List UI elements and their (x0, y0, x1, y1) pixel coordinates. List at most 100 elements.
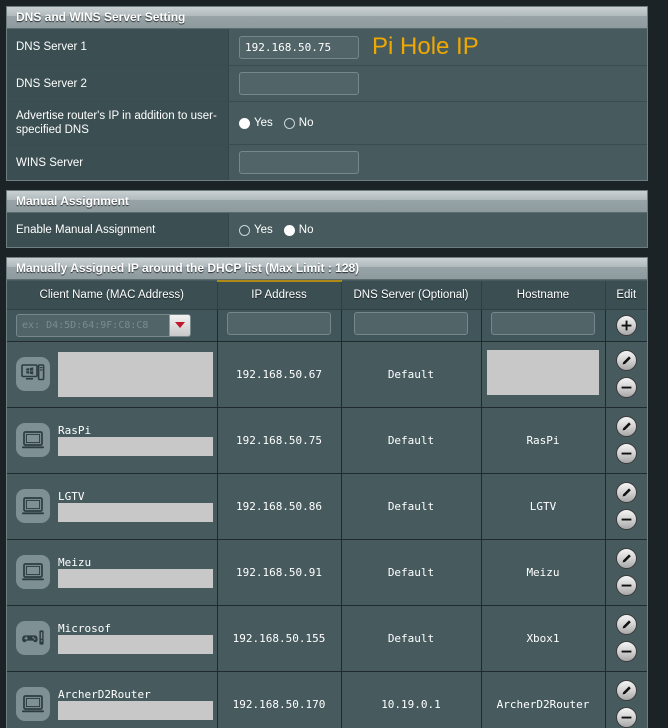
mac-dropdown-button[interactable] (169, 314, 190, 336)
row-2-client-text: LGTV (58, 490, 213, 522)
advertise-router-ip-radio-group: Yes No (239, 117, 313, 129)
enable-manual-no-label: No (298, 224, 314, 236)
dns-server-1-input[interactable]: 192.168.50.75 (239, 35, 359, 59)
column-header-edit: Edit (605, 281, 647, 310)
enable-manual-radio-group: Yes No (239, 224, 313, 236)
row-5-edit-button[interactable] (615, 680, 637, 701)
row-3-hostname: Meizu (481, 539, 606, 606)
dhcp-table-body: ex: D4:5D:64:9F:C8:C8 192.168.50.67 Defa… (7, 309, 647, 728)
advertise-no-radio[interactable] (283, 117, 295, 129)
row-0-client-text (58, 351, 213, 397)
enable-manual-no-option[interactable]: No (283, 224, 314, 236)
dhcp-table-header-row: Client Name (MAC Address) IP Address DNS… (7, 280, 647, 310)
row-4-button-stack (606, 606, 648, 671)
row-2-edit-button[interactable] (615, 482, 637, 503)
new-entry-hostname-input[interactable] (491, 312, 595, 335)
dns-server-2-label: DNS Server 2 (7, 66, 229, 101)
desktop-pc-icon (16, 357, 50, 391)
new-entry-ip-cell (217, 309, 342, 342)
row-1-delete-button[interactable] (615, 443, 637, 464)
row-4-client-text: Microsof (58, 622, 213, 654)
row-4-client-name: Microsof (58, 622, 111, 635)
row-0-mac-redaction (58, 351, 213, 397)
advertise-yes-option[interactable]: Yes (239, 117, 273, 129)
row-5-delete-button[interactable] (615, 707, 637, 728)
row-4-ip: 192.168.50.155 (217, 605, 342, 672)
row-3-client-text: Meizu (58, 556, 213, 588)
row-1-client: RasPi (7, 408, 217, 473)
dhcp-table-header: Client Name (MAC Address) IP Address DNS… (7, 280, 647, 310)
row-1-mac-redaction (58, 437, 213, 456)
row-2-mac-redaction (58, 503, 213, 522)
new-entry-dns-cell (341, 309, 482, 342)
pencil-circle-icon (622, 554, 631, 563)
row-5-button-stack (606, 672, 648, 728)
row-3-ip: 192.168.50.91 (217, 539, 342, 606)
row-3-edit-button[interactable] (615, 548, 637, 569)
dhcp-list-panel: Manually Assigned IP around the DHCP lis… (6, 257, 648, 728)
add-button-stack (606, 310, 648, 341)
mac-address-select[interactable]: ex: D4:5D:64:9F:C8:C8 (16, 313, 191, 337)
row-5-ip: 192.168.50.170 (217, 671, 342, 728)
laptop-icon (16, 423, 50, 457)
add-entry-button[interactable] (615, 314, 637, 336)
minus-circle-icon (621, 650, 632, 653)
enable-manual-assignment-label: Enable Manual Assignment (7, 213, 229, 247)
new-entry-action-cell (605, 309, 648, 342)
row-0-button-stack (606, 342, 648, 407)
new-entry-dns-input[interactable] (354, 312, 468, 335)
advertise-no-option[interactable]: No (283, 117, 313, 129)
dhcp-settings-page: DNS and WINS Server Setting DNS Server 1… (0, 0, 668, 728)
row-3-client-name: Meizu (58, 556, 92, 569)
pi-hole-annotation: Pi Hole IP (372, 33, 479, 60)
advertise-router-ip-label: Advertise router's IP in addition to use… (7, 102, 229, 144)
row-4-hostname: Xbox1 (481, 605, 606, 672)
new-entry-ip-input[interactable] (227, 312, 331, 335)
table-row: 192.168.50.67 Default (7, 341, 648, 408)
row-1-edit-button[interactable] (615, 416, 637, 437)
row-1-client-text: RasPi (58, 424, 213, 456)
plus-circle-icon (621, 320, 632, 330)
wins-server-label: WINS Server (7, 145, 229, 180)
row-4-client: Microsof (7, 606, 217, 671)
row-2-client: LGTV (7, 474, 217, 539)
advertise-router-ip-row: Advertise router's IP in addition to use… (7, 102, 647, 145)
row-0-delete-button[interactable] (615, 377, 637, 398)
row-1-ip: 192.168.50.75 (217, 407, 342, 474)
laptop-icon (16, 489, 50, 523)
row-5-action-cell (605, 671, 647, 728)
enable-manual-yes-option[interactable]: Yes (239, 224, 273, 236)
dhcp-new-entry-row: ex: D4:5D:64:9F:C8:C8 (7, 309, 648, 342)
row-0-ip: 192.168.50.67 (217, 341, 342, 408)
dns-server-1-row: DNS Server 1 192.168.50.75 Pi Hole IP (7, 29, 647, 66)
row-4-edit-button[interactable] (615, 614, 637, 635)
row-3-mac-redaction (58, 569, 213, 588)
mac-address-placeholder: ex: D4:5D:64:9F:C8:C8 (22, 319, 149, 331)
row-1-hostname: RasPi (481, 407, 606, 474)
new-entry-mac-cell: ex: D4:5D:64:9F:C8:C8 (7, 309, 218, 342)
row-1-button-stack (606, 408, 648, 473)
row-2-delete-button[interactable] (615, 509, 637, 530)
advertise-yes-label: Yes (254, 117, 273, 129)
dns-wins-panel: DNS and WINS Server Setting DNS Server 1… (6, 6, 648, 181)
row-4-delete-button[interactable] (615, 641, 637, 662)
column-header-client-name: Client Name (MAC Address) (7, 281, 218, 310)
dns-server-2-input[interactable] (239, 72, 359, 95)
minus-circle-icon (621, 716, 632, 719)
enable-manual-no-radio[interactable] (283, 224, 295, 236)
column-header-dns-server: DNS Server (Optional) (341, 281, 482, 310)
dns-server-1-value-cell: 192.168.50.75 Pi Hole IP (229, 29, 647, 65)
wins-server-input[interactable] (239, 151, 359, 174)
row-5-mac-redaction (58, 701, 213, 720)
dns-server-2-value-cell (229, 66, 647, 101)
enable-manual-yes-radio[interactable] (239, 224, 250, 236)
row-4-mac-redaction (58, 635, 213, 654)
column-header-ip-address: IP Address (217, 280, 342, 310)
row-1-client-name: RasPi (58, 424, 92, 437)
row-2-client-name: LGTV (58, 490, 85, 503)
row-3-delete-button[interactable] (615, 575, 637, 596)
row-0-hostname-redaction (487, 350, 599, 395)
pencil-circle-icon (622, 488, 631, 497)
advertise-yes-radio[interactable] (239, 117, 250, 129)
row-0-edit-button[interactable] (615, 350, 637, 371)
